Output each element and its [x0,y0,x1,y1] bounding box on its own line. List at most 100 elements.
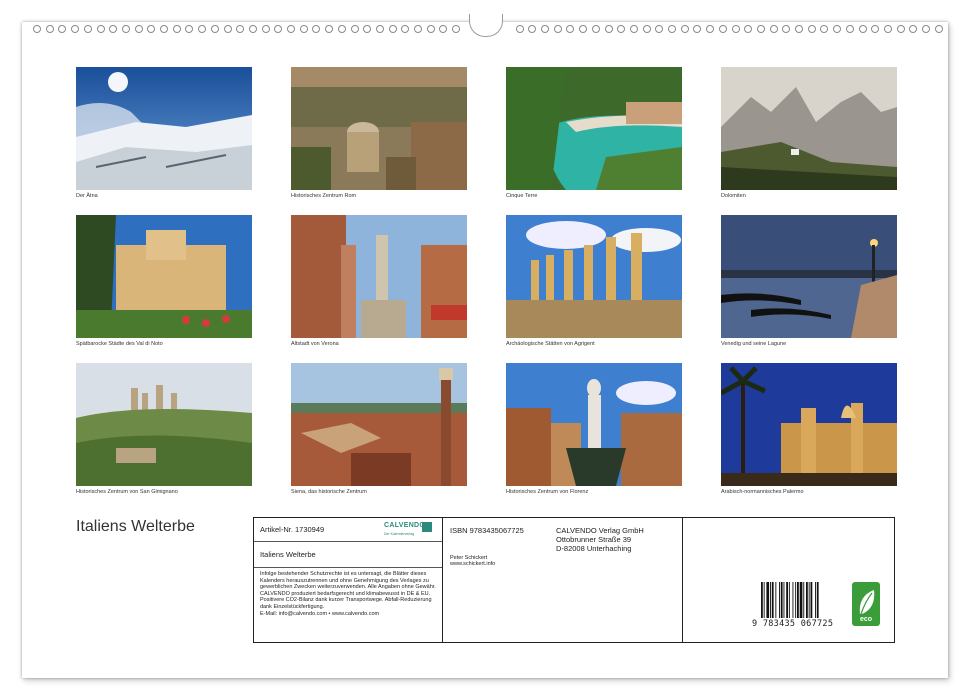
binding-ring [858,25,867,33]
photo-caption: Dolomiten [721,193,746,199]
photo-caption: Siena, das historische Zentrum [291,489,367,495]
binding-ring [185,25,194,33]
barcode-bar [792,582,794,618]
binding-ring [617,25,626,33]
binding-ring [45,25,54,33]
binding-ring [820,25,829,33]
binding-ring [248,25,257,33]
binding-ring [160,25,168,33]
binding-ring [807,25,816,33]
barcode-bar [779,582,780,618]
publisher-address: CALVENDO Verlag GmbH Ottobrunner Straße … [556,526,644,553]
binding-ring [528,25,537,33]
binding-ring [541,25,549,33]
barcode-bar [770,582,771,618]
photo-cinque-terre [506,67,682,190]
photo-san-gimignano [76,363,252,486]
photo-caption: Spätbarocke Städte des Val di Noto [76,341,163,347]
binding-ring [718,25,727,33]
barcode-bar [803,582,805,618]
photo-venice [721,215,897,338]
publisher-city: D-82008 Unterhaching [556,544,632,553]
photo-noto [76,215,252,338]
binding-ring [325,25,334,33]
barcode-bar [797,582,799,618]
binding-ring [769,25,778,33]
photo-caption: Arabisch-normannisches Palermo [721,489,804,495]
binding-ring [109,25,118,33]
photo-agrigento [506,215,682,338]
binding-ring [350,25,359,33]
binding-ring [33,25,41,33]
binding-ring [337,25,346,33]
binding-ring [833,25,842,33]
binding-ring [375,25,384,33]
barcode-bar [795,582,797,618]
binding-ring [642,25,651,33]
binding-ring [312,25,321,33]
barcode-bar [799,582,803,618]
barcode-icon [761,582,819,618]
barcode-bar [761,582,763,618]
binding-ring [731,25,740,33]
barcode-bar [815,582,816,618]
binding-ring [210,25,219,33]
binding-ring [604,25,613,33]
barcode-bar [766,582,770,618]
binding-ring [426,25,435,33]
barcode-bar [763,582,765,618]
barcode-bar [788,582,790,618]
binding-ring [236,25,245,33]
binding-ring [782,25,791,33]
binding-ring [566,25,575,33]
binding-ring [795,25,803,33]
binding-ring [274,25,283,33]
photo-caption: Historisches Zentrum von Florenz [506,489,589,495]
binding-ring [96,25,105,33]
product-info-box: Artikel-Nr. 1730949 CALVENDO Der Kalende… [253,517,895,643]
article-number: Artikel-Nr. 1730949 [260,525,325,534]
eco-leaf-icon: eco [852,582,880,626]
legal-block: Infolge bestehender Schutzrechte ist es … [254,568,442,620]
binding-ring [706,25,715,33]
contact-info: E-Mail: info@calvendo.com • www.calvendo… [260,610,380,617]
barcode-bar [771,582,774,618]
binding-ring [198,25,207,33]
binding-ring [680,25,689,33]
calvendo-logo-mark [422,522,432,532]
photo-caption: Altstadt von Verona [291,341,339,347]
binding-ring [744,25,753,33]
binding-ring [223,25,232,33]
binding-ring [629,25,638,33]
binding-ring [896,25,905,33]
binding-ring [134,25,143,33]
binding-ring [388,25,397,33]
eco-label: eco [859,616,873,623]
photo-florence [506,363,682,486]
binding-ring [756,25,765,33]
binding-ring [401,25,410,33]
binding-ring [83,25,92,33]
photo-caption: Historisches Zentrum von San Gimignano [76,489,178,495]
binding-ring [452,25,461,33]
isbn: ISBN 9783435067725 [450,526,524,535]
author-website: www.schickert.info [450,561,496,567]
binding-ring [909,25,918,33]
barcode-bar [786,582,788,618]
barcode-bar [783,582,785,618]
photo-caption: Der Ätna [76,193,98,199]
binding-ring [579,25,588,33]
binding-ring [261,25,270,33]
photo-palermo [721,363,897,486]
photo-caption: Historisches Zentrum Rom [291,193,357,199]
binding-ring [363,25,372,33]
photo-verona [291,215,467,338]
publisher-street: Ottobrunner Straße 39 [556,535,632,544]
binding-ring [71,25,80,33]
binding-ring [871,25,880,33]
barcode-bar [816,582,819,618]
binding-ring [414,25,422,33]
article-row: Artikel-Nr. 1730949 CALVENDO Der Kalende… [254,518,442,542]
binding-ring [693,25,702,33]
publisher-name: CALVENDO Verlag GmbH [556,526,644,535]
